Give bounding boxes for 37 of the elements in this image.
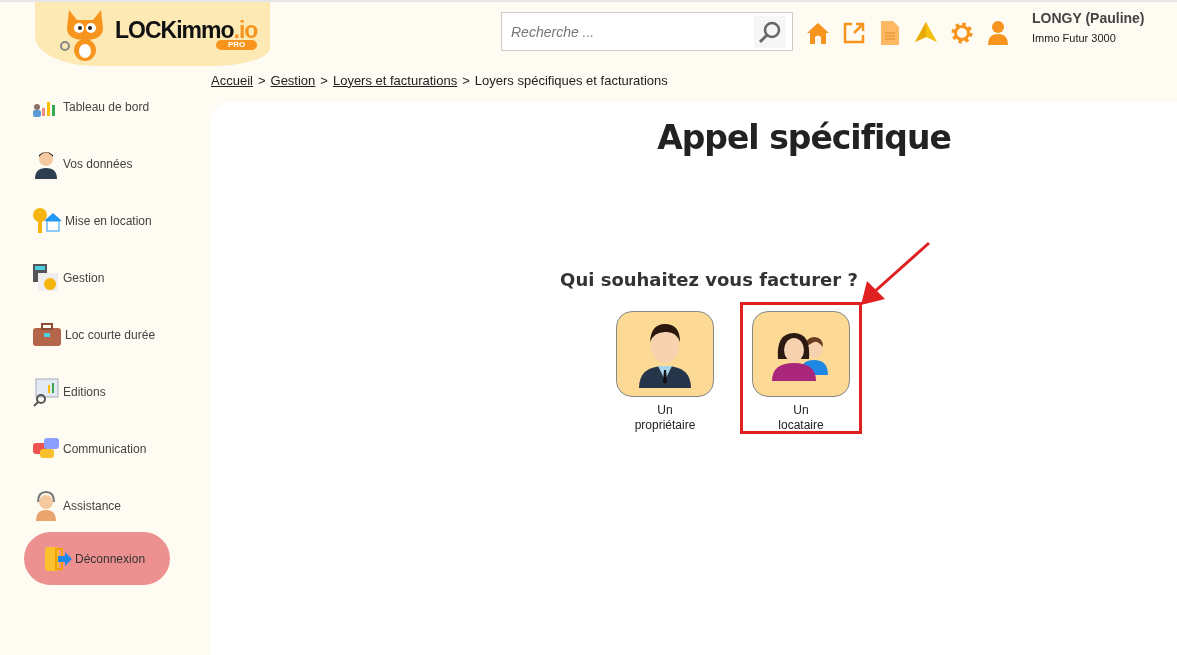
sidebar-item[interactable]: Tableau de bord bbox=[0, 78, 211, 135]
logout-icon bbox=[44, 545, 72, 572]
search-field[interactable]: Recherche ... bbox=[501, 12, 793, 51]
page-title: Appel spécifique bbox=[657, 118, 951, 157]
external-link-icon[interactable] bbox=[842, 20, 866, 46]
home-icon[interactable] bbox=[806, 20, 830, 46]
breadcrumb-current: Loyers spécifiques et facturations bbox=[474, 72, 668, 88]
menu-item-icon bbox=[32, 436, 60, 461]
logout-button[interactable]: Déconnexion bbox=[24, 532, 170, 585]
sidebar-item[interactable]: Assistance bbox=[0, 477, 211, 534]
settings-icon[interactable] bbox=[950, 20, 974, 46]
user-name: LONGY (Pauline) bbox=[1032, 10, 1145, 26]
search-input[interactable]: Recherche ... bbox=[502, 22, 754, 41]
menu-item-icon bbox=[32, 322, 62, 347]
sidebar-item[interactable]: Mise en location bbox=[0, 192, 211, 249]
breadcrumb-separator: > bbox=[257, 72, 266, 88]
breadcrumb-separator: > bbox=[462, 72, 470, 88]
breadcrumb-link[interactable]: Accueil bbox=[211, 72, 253, 88]
search-icon bbox=[758, 19, 782, 44]
company-name: Immo Futur 3000 bbox=[1032, 32, 1117, 44]
sidebar-item[interactable]: Gestion bbox=[0, 249, 211, 306]
breadcrumb-separator: > bbox=[320, 72, 328, 88]
sidebar-item[interactable]: Vos données bbox=[0, 135, 211, 192]
pro-badge: PRO bbox=[216, 40, 258, 50]
menu-item-icon bbox=[32, 262, 60, 293]
breadcrumb-link[interactable]: Gestion bbox=[270, 72, 316, 88]
menu-item-icon bbox=[32, 376, 60, 407]
sidebar-item[interactable]: Editions bbox=[0, 363, 211, 420]
question-heading: Qui souhaitez vous facturer ? bbox=[560, 269, 858, 290]
sidebar-item[interactable]: Loc courte durée bbox=[0, 306, 211, 363]
breadcrumb-link[interactable]: Loyers et facturations bbox=[332, 72, 458, 88]
document-icon[interactable] bbox=[878, 20, 902, 46]
search-button[interactable] bbox=[754, 15, 786, 48]
logo-text: LOCKimmo.io bbox=[115, 18, 258, 42]
menu-item-icon bbox=[32, 206, 62, 235]
user-icon[interactable] bbox=[986, 20, 1010, 46]
sidebar-item[interactable]: Communication bbox=[0, 420, 211, 477]
